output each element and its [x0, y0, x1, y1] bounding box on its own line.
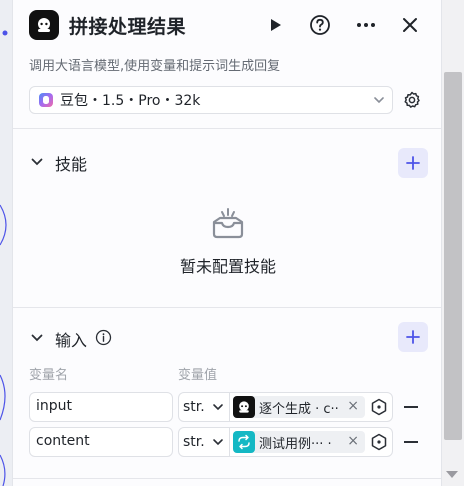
- help-button[interactable]: [307, 12, 333, 38]
- plus-icon: [406, 156, 420, 170]
- panel-header: 拼接处理结果 调用大语言模型,使用变量和提示词生成回复: [13, 0, 441, 78]
- inputs-title: 输入: [55, 331, 88, 350]
- play-icon: [271, 19, 281, 31]
- variable-type-label: str.: [183, 434, 205, 450]
- gear-icon: [404, 91, 420, 108]
- inputs-collapse-toggle[interactable]: [29, 330, 45, 346]
- remove-reference-icon[interactable]: ×: [347, 433, 359, 449]
- add-skill-button[interactable]: [398, 148, 428, 178]
- variable-type-label: str.: [183, 399, 205, 415]
- skills-title: 技能: [55, 155, 88, 174]
- model-label: 豆包・1.5・Pro・32k: [60, 93, 201, 109]
- variable-reference-tag[interactable]: 逐个生成 · c·· ×: [233, 396, 365, 418]
- skills-empty-text: 暂未配置技能: [179, 257, 276, 276]
- more-button[interactable]: [353, 12, 379, 38]
- remove-row-button[interactable]: [404, 406, 418, 408]
- divider: [13, 478, 441, 479]
- chevron-down-icon: [31, 158, 43, 166]
- chevron-down-icon: [31, 334, 43, 342]
- canvas-connectors: [0, 30, 8, 486]
- variable-picker-icon[interactable]: [370, 433, 388, 451]
- variable-type-select[interactable]: str.: [178, 427, 230, 457]
- chevron-down-icon: [374, 97, 384, 104]
- add-input-button[interactable]: [398, 322, 428, 352]
- loop-icon: [233, 431, 255, 453]
- skills-collapse-toggle[interactable]: [29, 154, 45, 170]
- variable-value-field[interactable]: 测试用例··· · ×: [229, 427, 393, 457]
- doubao-logo-icon: [39, 93, 53, 107]
- scroll-down-arrow-icon[interactable]: [446, 471, 458, 478]
- variable-type-select[interactable]: str.: [178, 392, 230, 422]
- info-icon[interactable]: [95, 329, 112, 346]
- column-header-name: 变量名: [29, 368, 69, 383]
- node-title[interactable]: 拼接处理结果: [69, 12, 186, 39]
- help-icon: [310, 15, 330, 35]
- llm-node-icon: [29, 10, 59, 40]
- close-button[interactable]: [397, 12, 423, 38]
- variable-value-field[interactable]: 逐个生成 · c·· ×: [229, 392, 393, 422]
- reference-label: 测试用例··· ·: [259, 436, 332, 452]
- divider: [13, 128, 441, 129]
- remove-row-button[interactable]: [404, 441, 418, 443]
- model-settings-button[interactable]: [401, 89, 423, 111]
- model-select[interactable]: 豆包・1.5・Pro・32k: [29, 86, 393, 114]
- remove-reference-icon[interactable]: ×: [347, 398, 359, 414]
- more-dots-icon: [357, 23, 375, 27]
- scrollbar-thumb[interactable]: [444, 72, 462, 440]
- node-description[interactable]: 调用大语言模型,使用变量和提示词生成回复: [29, 55, 280, 74]
- workflow-canvas: [0, 0, 12, 486]
- plus-icon: [406, 330, 420, 344]
- close-icon: [403, 18, 417, 32]
- variable-name-input[interactable]: input: [29, 392, 173, 422]
- chevron-down-icon: [213, 439, 223, 446]
- reference-label: 逐个生成 · c··: [259, 401, 339, 417]
- column-header-value: 变量值: [178, 368, 218, 383]
- bot-icon: [233, 396, 255, 418]
- chevron-down-icon: [213, 404, 223, 411]
- variable-reference-tag[interactable]: 测试用例··· · ×: [233, 431, 365, 453]
- run-button[interactable]: [262, 12, 288, 38]
- node-config-panel: 拼接处理结果 调用大语言模型,使用变量和提示词生成回复 豆包・1.5・Pro・3…: [12, 0, 442, 486]
- variable-picker-icon[interactable]: [370, 398, 388, 416]
- variable-name-input[interactable]: content: [29, 427, 173, 457]
- divider: [13, 307, 441, 308]
- empty-box-icon: [212, 208, 244, 239]
